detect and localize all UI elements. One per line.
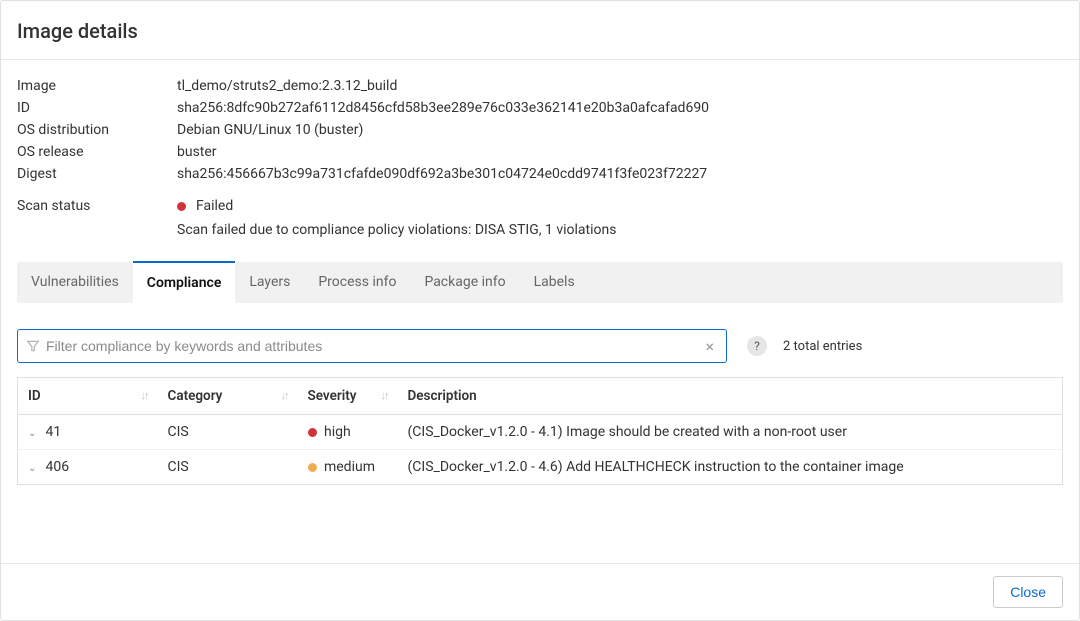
col-header-description[interactable]: Description xyxy=(398,378,1063,415)
cell-severity: medium xyxy=(324,459,375,475)
severity-high-icon xyxy=(308,428,317,437)
close-button[interactable]: Close xyxy=(993,576,1063,608)
scan-status-label: Scan status xyxy=(17,188,177,214)
table-row[interactable]: ⌄ 41 CIS high (CIS_Docker_v1.2.0 - 4.1) … xyxy=(18,415,1063,450)
scan-status-value-row: Failed xyxy=(177,188,1063,214)
image-details-modal: Image details Image tl_demo/struts2_demo… xyxy=(0,0,1080,621)
os-release-label: OS release xyxy=(17,144,177,160)
image-value: tl_demo/struts2_demo:2.3.12_build xyxy=(177,78,1063,94)
cell-description: (CIS_Docker_v1.2.0 - 4.6) Add HEALTHCHEC… xyxy=(398,450,1063,485)
filter-row: × ? 2 total entries xyxy=(17,329,1063,363)
col-header-severity[interactable]: Severity ↓↑ xyxy=(298,378,398,415)
entry-count: 2 total entries xyxy=(783,339,862,354)
filter-icon xyxy=(26,339,40,353)
tab-vulnerabilities[interactable]: Vulnerabilities xyxy=(17,262,133,303)
image-label: Image xyxy=(17,78,177,94)
filter-clear-icon[interactable]: × xyxy=(701,337,718,356)
os-dist-value: Debian GNU/Linux 10 (buster) xyxy=(177,122,1063,138)
modal-body: Image tl_demo/struts2_demo:2.3.12_build … xyxy=(1,60,1079,563)
tab-compliance[interactable]: Compliance xyxy=(133,261,236,303)
sort-icon: ↓↑ xyxy=(281,393,288,399)
tab-labels[interactable]: Labels xyxy=(520,262,589,303)
id-label: ID xyxy=(17,100,177,116)
modal-footer: Close xyxy=(1,563,1079,620)
tabs: Vulnerabilities Compliance Layers Proces… xyxy=(17,262,1063,303)
cell-category: CIS xyxy=(158,450,298,485)
status-failed-icon xyxy=(177,202,186,211)
compliance-table: ID ↓↑ Category ↓↑ Severity ↓↑ Descriptio… xyxy=(17,377,1063,485)
col-header-id[interactable]: ID ↓↑ xyxy=(18,378,158,415)
scan-status-reason: Scan failed due to compliance policy vio… xyxy=(177,222,1063,238)
modal-header: Image details xyxy=(1,1,1079,60)
tab-process-info[interactable]: Process info xyxy=(304,262,410,303)
table-row[interactable]: ⌄ 406 CIS medium (CIS_Docker_v1.2.0 - 4.… xyxy=(18,450,1063,485)
cell-category: CIS xyxy=(158,415,298,450)
cell-id: 41 xyxy=(45,424,61,440)
help-icon[interactable]: ? xyxy=(747,336,767,356)
expand-icon[interactable]: ⌄ xyxy=(28,463,42,474)
cell-id: 406 xyxy=(45,459,69,475)
severity-medium-icon xyxy=(308,463,317,472)
modal-title: Image details xyxy=(17,19,1063,43)
tab-package-info[interactable]: Package info xyxy=(410,262,519,303)
filter-box[interactable]: × xyxy=(17,329,727,363)
col-header-category[interactable]: Category ↓↑ xyxy=(158,378,298,415)
scan-status-value: Failed xyxy=(196,198,233,214)
expand-icon[interactable]: ⌄ xyxy=(28,428,42,439)
details-grid: Image tl_demo/struts2_demo:2.3.12_build … xyxy=(17,78,1063,238)
os-dist-label: OS distribution xyxy=(17,122,177,138)
os-release-value: buster xyxy=(177,144,1063,160)
tab-layers[interactable]: Layers xyxy=(235,262,304,303)
cell-severity: high xyxy=(324,424,351,440)
cell-description: (CIS_Docker_v1.2.0 - 4.1) Image should b… xyxy=(398,415,1063,450)
sort-icon: ↓↑ xyxy=(381,393,388,399)
sort-icon: ↓↑ xyxy=(141,393,148,399)
id-value: sha256:8dfc90b272af6112d8456cfd58b3ee289… xyxy=(177,100,1063,116)
digest-value: sha256:456667b3c99a731cfafde090df692a3be… xyxy=(177,166,1063,182)
digest-label: Digest xyxy=(17,166,177,182)
filter-input[interactable] xyxy=(40,330,701,362)
